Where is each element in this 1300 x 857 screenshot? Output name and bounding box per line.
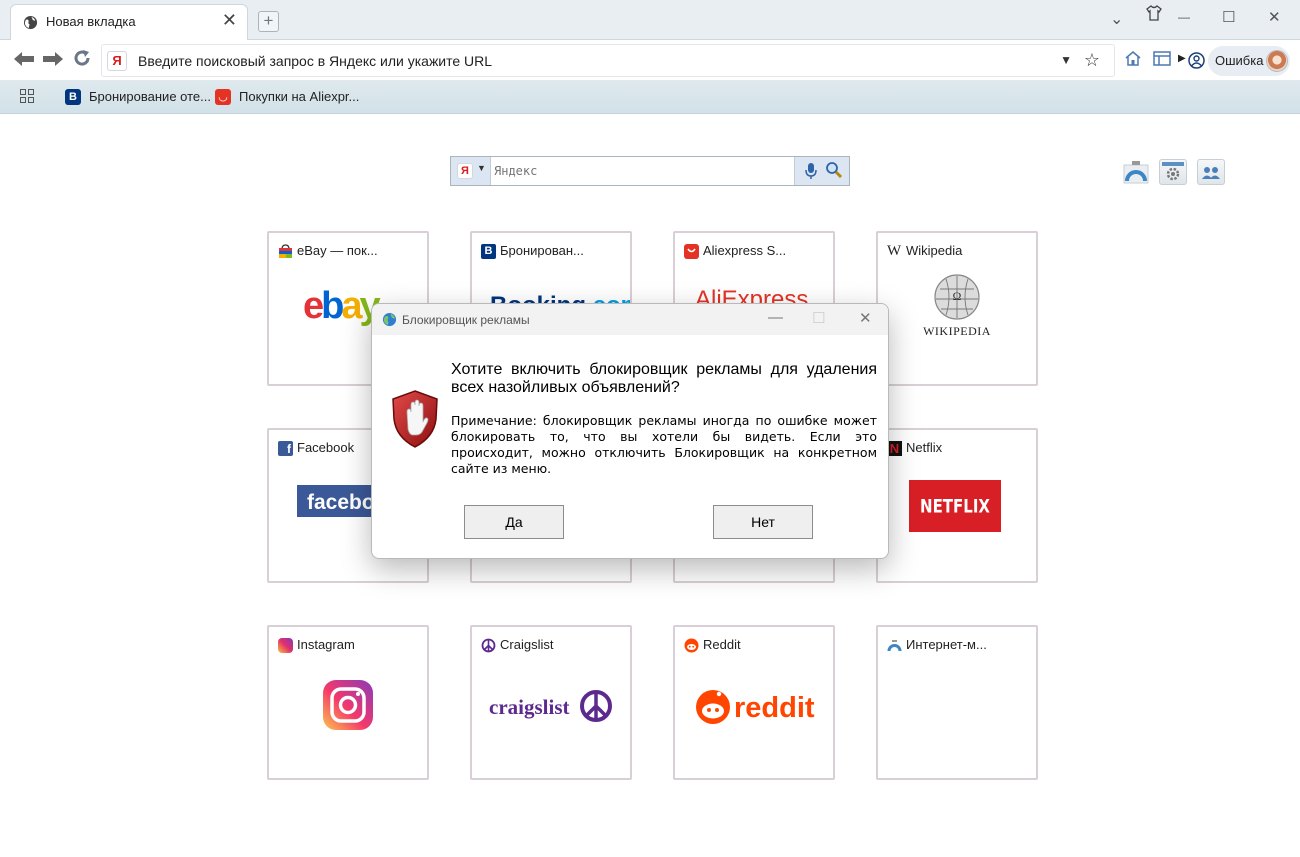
dialog-close-icon[interactable]: ✕	[859, 309, 872, 327]
star-icon[interactable]: ☆	[1084, 50, 1100, 71]
peace-icon	[481, 638, 496, 653]
tile-wikipedia[interactable]: W Wikipedia Ω WIKIPEDIA	[876, 231, 1038, 386]
ebay-bag-icon	[279, 244, 292, 258]
address-input[interactable]: Введите поисковый запрос в Яндекс или ук…	[138, 53, 492, 69]
profile-button[interactable]: Ошибка	[1188, 46, 1290, 76]
craigslist-logo: craigslist	[489, 690, 612, 722]
reddit-logo: reddit	[696, 690, 815, 724]
title-bar: Новая вкладка ✕ + ⌄ — ☐ ✕	[0, 0, 1300, 40]
stop-hand-shield-icon	[392, 390, 438, 448]
search-input[interactable]	[492, 157, 792, 185]
tile-craigslist[interactable]: Craigslist craigslist	[470, 625, 632, 780]
bookmarks-bar: B Бронирование оте... ◡ Покупки на Aliex…	[0, 80, 1300, 114]
tile-title: Craigslist	[500, 637, 554, 652]
tabs-list-icon[interactable]: ⌄	[1110, 9, 1123, 29]
new-tab-button[interactable]: +	[258, 11, 279, 32]
instagram-logo	[323, 680, 373, 730]
globe-icon	[382, 312, 397, 327]
search-box: Я ▼	[450, 156, 850, 186]
no-button[interactable]: Нет	[713, 505, 813, 539]
tab-title: Новая вкладка	[46, 14, 136, 29]
booking-icon: B	[65, 89, 81, 105]
theme-shirt-icon[interactable]	[1146, 5, 1162, 25]
magnifier-icon[interactable]	[825, 161, 843, 184]
profile-status-label: Ошибка	[1215, 53, 1264, 68]
tab-new-tab[interactable]: Новая вкладка ✕	[10, 4, 248, 40]
tile-internet-shop[interactable]: Интернет-м...	[876, 625, 1038, 780]
rainbow-speed-dial-icon[interactable]	[1122, 159, 1150, 185]
tab-close-icon[interactable]: ✕	[222, 10, 237, 31]
facebook-icon: f	[278, 441, 293, 456]
aliexpress-icon	[684, 244, 699, 259]
search-buttons	[794, 157, 849, 185]
tile-title: eBay — пок...	[297, 243, 378, 258]
tile-title: Aliexpress S...	[703, 243, 787, 258]
tile-title: Reddit	[703, 637, 741, 652]
tile-netflix[interactable]: N Netflix NETFLIX	[876, 428, 1038, 583]
address-dropdown-icon[interactable]: ▼	[1060, 53, 1072, 67]
tile-title: Instagram	[297, 637, 355, 652]
forward-arrow-icon[interactable]	[42, 50, 64, 72]
home-icon[interactable]	[1124, 50, 1142, 72]
yandex-icon: Я	[457, 163, 473, 179]
yes-button[interactable]: Да	[464, 505, 564, 539]
svg-text:WIKIPEDIA: WIKIPEDIA	[923, 324, 991, 338]
tile-reddit[interactable]: Reddit reddit	[673, 625, 835, 780]
profile-icon	[1188, 52, 1205, 72]
adblock-dialog: Блокировщик рекламы — ☐ ✕ Хотите включит…	[371, 303, 889, 559]
reload-icon[interactable]	[73, 49, 91, 71]
tile-instagram[interactable]: Instagram	[267, 625, 429, 780]
expand-arrow-icon[interactable]: ▶	[1178, 53, 1186, 64]
tile-title: Netflix	[906, 440, 943, 455]
reddit-icon	[684, 638, 699, 653]
tile-title: Бронирован...	[500, 243, 584, 258]
dialog-title-bar: Блокировщик рекламы — ☐ ✕	[372, 304, 888, 335]
aliexpress-icon: ◡	[215, 89, 231, 105]
apps-grid-icon[interactable]	[20, 89, 34, 103]
users-icon[interactable]	[1197, 159, 1225, 185]
globe-icon	[23, 15, 38, 30]
search-engine-selector[interactable]: Я ▼	[451, 157, 491, 185]
back-arrow-icon[interactable]	[13, 50, 35, 72]
dialog-maximize-icon: ☐	[812, 310, 826, 327]
sidebar-icon[interactable]	[1153, 50, 1171, 72]
avatar[interactable]	[1266, 50, 1288, 72]
svg-text:reddit: reddit	[734, 692, 815, 724]
yandex-engine-icon[interactable]: Я	[107, 51, 127, 71]
wikipedia-w-icon: W	[887, 243, 902, 259]
dialog-note: Примечание: блокировщик рекламы иногда п…	[451, 413, 877, 476]
netflix-logo: NETFLIX	[909, 480, 1001, 532]
svg-text:NETFLIX: NETFLIX	[920, 496, 990, 518]
dialog-minimize-icon[interactable]: —	[768, 309, 783, 326]
maximize-icon[interactable]: ☐	[1222, 8, 1235, 26]
minimize-icon[interactable]: —	[1178, 10, 1190, 24]
tile-title: Интернет-м...	[906, 637, 987, 652]
settings-gear-icon[interactable]	[1159, 159, 1187, 185]
wikipedia-globe-logo: Ω WIKIPEDIA	[923, 274, 991, 338]
bookmark-aliexpress[interactable]: ◡ Покупки на Aliexpr...	[215, 87, 359, 107]
window-close-icon[interactable]: ✕	[1268, 8, 1281, 26]
rainbow-arc-icon	[887, 638, 902, 653]
svg-text:ebay: ebay	[303, 285, 381, 327]
svg-text:Ω: Ω	[953, 289, 962, 303]
chevron-down-icon: ▼	[477, 163, 486, 173]
address-bar[interactable]: Я Введите поисковый запрос в Яндекс или …	[101, 44, 1115, 77]
bookmark-booking[interactable]: B Бронирование оте...	[65, 87, 211, 107]
tile-title: Facebook	[297, 440, 355, 455]
svg-text:craigslist: craigslist	[489, 695, 569, 719]
booking-icon: B	[481, 244, 496, 259]
instagram-icon	[278, 638, 293, 653]
dialog-heading: Хотите включить блокировщик рекламы для …	[451, 361, 877, 396]
netflix-icon: N	[887, 441, 902, 456]
bookmark-label: Бронирование оте...	[89, 89, 211, 104]
bookmark-label: Покупки на Aliexpr...	[239, 89, 360, 104]
tile-title: Wikipedia	[906, 243, 963, 258]
dialog-title: Блокировщик рекламы	[402, 313, 530, 327]
microphone-icon[interactable]	[804, 162, 818, 184]
